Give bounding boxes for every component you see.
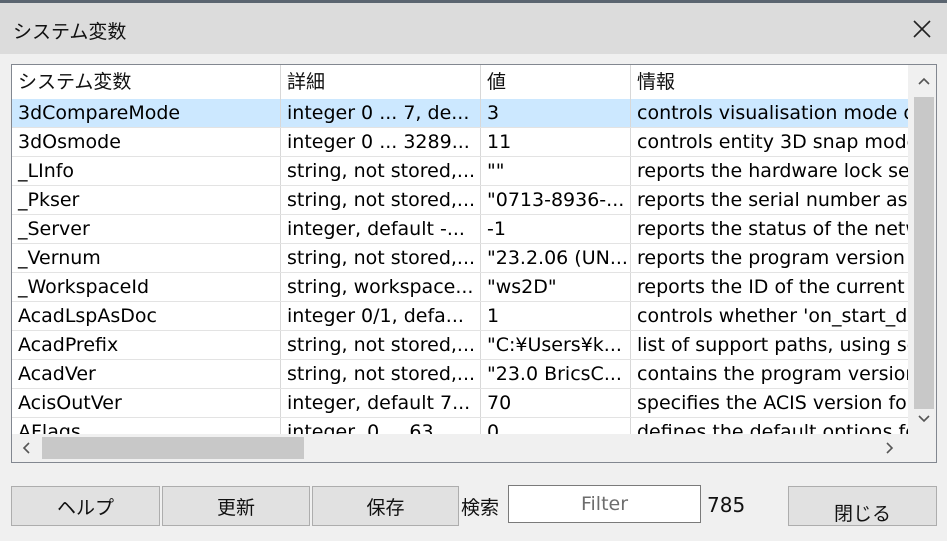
cell-name: _WorkspaceId xyxy=(18,276,150,298)
cell-details: string, not stored,... xyxy=(287,160,476,182)
close-window-button[interactable] xyxy=(897,3,947,54)
scroll-left-button[interactable] xyxy=(16,438,36,458)
filter-input[interactable] xyxy=(508,485,701,523)
cell-name: 3dCompareMode xyxy=(18,102,181,124)
system-variables-grid: システム変数 詳細 値 情報 3dCompareMode integer 0 ..… xyxy=(11,64,937,463)
title-bar: システム変数 xyxy=(0,3,947,54)
chevron-left-icon xyxy=(22,442,30,454)
cell-value: "ws2D" xyxy=(487,276,557,298)
scroll-down-button[interactable] xyxy=(914,409,934,429)
window-title: システム変数 xyxy=(13,21,127,43)
cell-name: AFlags xyxy=(18,421,81,435)
cell-name: _Pkser xyxy=(18,189,80,211)
grid-header: システム変数 詳細 値 情報 xyxy=(12,65,908,99)
cell-value: 1 xyxy=(487,305,500,327)
cell-details: integer, default 7... xyxy=(287,392,471,414)
search-label: 検索 xyxy=(461,497,500,519)
cell-name: _Vernum xyxy=(18,247,101,269)
vertical-scroll-thumb[interactable] xyxy=(914,97,934,409)
close-button-label: 閉じる xyxy=(833,502,891,525)
cell-info: list of support paths, using semi xyxy=(637,334,908,356)
cell-details: string, not stored,... xyxy=(287,363,476,385)
cell-name: AcadVer xyxy=(18,363,96,385)
cell-info: contains the program version xyxy=(637,363,908,385)
horizontal-scroll-thumb[interactable] xyxy=(42,437,304,459)
chevron-up-icon xyxy=(918,77,930,85)
table-row[interactable]: _WorkspaceId string, workspace... "ws2D" re… xyxy=(12,273,908,302)
cell-info: reports the ID of the current xyxy=(637,276,905,298)
cell-value: "23.2.06 (UN... xyxy=(487,247,628,269)
vertical-scrollbar[interactable] xyxy=(908,65,936,435)
scroll-right-button[interactable] xyxy=(880,438,900,458)
table-row[interactable]: 3dOsmode integer 0 ... 3289... 11 controls … xyxy=(12,128,908,157)
cell-details: string, not stored,... xyxy=(287,334,476,356)
cell-value: "C:¥Users¥k... xyxy=(487,334,622,356)
chevron-right-icon xyxy=(886,442,894,454)
scroll-up-button[interactable] xyxy=(914,71,934,91)
cell-value: 3 xyxy=(487,102,500,124)
cell-name: AcadPrefix xyxy=(18,334,119,356)
cell-info: controls visualisation mode of xyxy=(637,102,908,124)
table-row[interactable]: AcadLspAsDoc integer 0/1, defa... 1 control… xyxy=(12,302,908,331)
table-row[interactable]: AcadPrefix string, not stored,... "C:¥User… xyxy=(12,331,908,360)
column-header-details[interactable]: 詳細 xyxy=(281,65,480,99)
table-row[interactable]: 3dCompareMode integer 0 ... 7, de... 3 cont… xyxy=(12,99,908,128)
help-button[interactable]: ヘルプ xyxy=(11,486,160,526)
cell-details: integer, 0 ... 63... xyxy=(287,421,452,435)
cell-info: defines the default options for xyxy=(637,421,908,435)
cell-value: 70 xyxy=(487,392,512,414)
cell-info: reports the serial number assigned xyxy=(637,189,908,211)
variable-count: 785 xyxy=(707,493,746,517)
cell-details: string, not stored,... xyxy=(287,247,476,269)
cell-info: controls whether 'on_start_doc xyxy=(637,305,908,327)
cell-details: integer 0 ... 7, de... xyxy=(287,102,470,124)
cell-value: 11 xyxy=(487,131,512,153)
cell-info: reports the hardware lock serial xyxy=(637,160,908,182)
table-row[interactable]: AcadVer string, not stored,... "23.0 Brics… xyxy=(12,360,908,389)
cell-value: -1 xyxy=(487,218,506,240)
grid-viewport: システム変数 詳細 値 情報 3dCompareMode integer 0 ..… xyxy=(12,65,908,435)
cell-value: "23.0 BricsC... xyxy=(487,363,622,385)
column-header-name[interactable]: システム変数 xyxy=(12,65,280,99)
close-button[interactable]: 閉じる xyxy=(788,486,937,526)
cell-details: integer 0 ... 3289... xyxy=(287,131,470,153)
table-row[interactable]: _Server integer, default -... -1 reports th… xyxy=(12,215,908,244)
cell-name: AcisOutVer xyxy=(18,392,122,414)
cell-value: "" xyxy=(487,160,505,182)
cell-info: specifies the ACIS version for xyxy=(637,392,908,414)
cell-name: _LInfo xyxy=(18,160,75,182)
cell-details: integer, default -... xyxy=(287,218,465,240)
horizontal-scrollbar[interactable] xyxy=(12,434,908,462)
save-button[interactable]: 保存 xyxy=(312,486,459,526)
cell-info: reports the program version xyxy=(637,247,905,269)
scrollbar-corner xyxy=(908,434,936,462)
table-row[interactable]: _LInfo string, not stored,... "" reports th… xyxy=(12,157,908,186)
cell-name: _Server xyxy=(18,218,90,240)
cell-details: string, workspace... xyxy=(287,276,474,298)
cell-details: string, not stored,... xyxy=(287,189,476,211)
table-row[interactable]: _Pkser string, not stored,... "0713-8936-.… xyxy=(12,186,908,215)
cell-name: 3dOsmode xyxy=(18,131,121,153)
cell-info: reports the status of the network xyxy=(637,218,908,240)
refresh-button[interactable]: 更新 xyxy=(162,486,310,526)
cell-info: controls entity 3D snap modes xyxy=(637,131,908,153)
cell-name: AcadLspAsDoc xyxy=(18,305,157,327)
table-row[interactable]: _Vernum string, not stored,... "23.2.06 (U… xyxy=(12,244,908,273)
close-icon xyxy=(913,19,931,38)
table-row[interactable]: AcisOutVer integer, default 7... 70 specifi… xyxy=(12,389,908,418)
column-header-value[interactable]: 値 xyxy=(481,65,630,99)
column-header-info[interactable]: 情報 xyxy=(631,65,908,99)
cell-value: 0 xyxy=(487,421,500,435)
chevron-down-icon xyxy=(918,415,930,423)
cell-details: integer 0/1, defa... xyxy=(287,305,464,327)
cell-value: "0713-8936-... xyxy=(487,189,625,211)
table-row[interactable]: AFlags integer, 0 ... 63... 0 defines the d… xyxy=(12,418,908,435)
